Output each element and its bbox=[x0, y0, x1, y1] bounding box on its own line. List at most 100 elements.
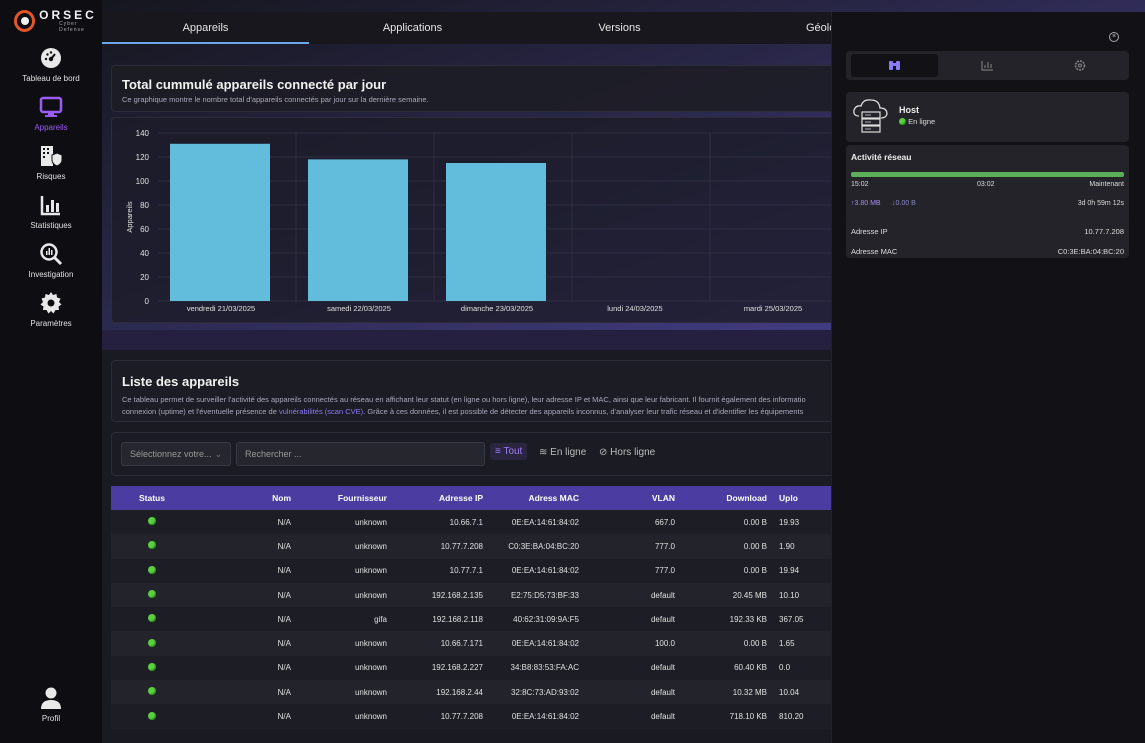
cell-vlan: default bbox=[650, 712, 675, 722]
time-mid: 03:02 bbox=[977, 181, 995, 188]
gear-icon bbox=[40, 292, 62, 314]
cell-vendor: unknown bbox=[354, 639, 387, 649]
devices-table: Status Nom Fournisseur Adresse IP Adress… bbox=[111, 486, 851, 729]
chart-section-description: Ce graphique montre le nombre total d'ap… bbox=[122, 95, 429, 104]
download-amount: ↓0.00 B bbox=[892, 200, 916, 207]
cell-status bbox=[111, 607, 193, 631]
filter-all-button[interactable]: ≡ Tout bbox=[490, 443, 528, 460]
device-detail-panel: × Host En ligne Activité réseau 15:02 03… bbox=[831, 12, 1145, 743]
cell-name: N/A bbox=[277, 614, 291, 624]
cell-status bbox=[111, 510, 193, 534]
cell-download: 10.32 MB bbox=[732, 687, 767, 697]
cell-vendor: unknown bbox=[354, 566, 387, 576]
cell-name: N/A bbox=[277, 663, 291, 673]
x-tick-label: dimanche 23/03/2025 bbox=[461, 304, 533, 313]
cell-mac: 40:62:31:09:9A:F5 bbox=[513, 614, 579, 624]
col-download[interactable]: Download bbox=[687, 486, 779, 510]
cell-mac: 34:B8:83:53:FA:AC bbox=[510, 663, 580, 673]
brand-logo[interactable]: ORSEC Cyber Defense bbox=[14, 9, 102, 33]
nav-item-devices[interactable]: Appareils bbox=[0, 95, 102, 132]
monitor-icon bbox=[39, 96, 63, 117]
table-row[interactable]: N/A unknown 10.66.7.1 0E:EA:14:61:84:02 667.… bbox=[111, 510, 851, 535]
filter-online-button[interactable]: ≋ En ligne bbox=[539, 447, 586, 458]
activity-title: Activité réseau bbox=[851, 152, 912, 162]
cell-vlan: 667.0 bbox=[654, 517, 675, 527]
cell-name: N/A bbox=[277, 541, 291, 551]
close-icon[interactable]: × bbox=[1109, 32, 1119, 42]
ip-row: Adresse IP 10.77.7.208 bbox=[846, 225, 1129, 239]
cell-vendor: unknown bbox=[354, 663, 387, 673]
status-online-dot bbox=[148, 541, 156, 550]
col-vendor[interactable]: Fournisseur bbox=[303, 486, 399, 510]
host-status: En ligne bbox=[899, 117, 935, 126]
bar bbox=[446, 163, 546, 301]
nav-label-dashboard: Tableau de bord bbox=[22, 74, 80, 83]
cell-status bbox=[111, 583, 193, 607]
cell-status bbox=[111, 704, 193, 728]
tab-overview[interactable] bbox=[851, 54, 938, 77]
ip-value: 10.77.7.208 bbox=[1084, 227, 1124, 236]
cell-vendor: unknown bbox=[354, 517, 387, 527]
uptime: 3d 0h 59m 12s bbox=[1077, 200, 1124, 207]
table-row[interactable]: N/A unknown 10.77.7.208 C0:3E:BA:04:BC:20 77… bbox=[111, 534, 851, 559]
device-select-dropdown[interactable]: Sélectionnez votre... ⌄ bbox=[121, 442, 231, 466]
wifi-icon: ≋ bbox=[539, 447, 551, 458]
chart-header-card: Total cummulé appareils connecté par jou… bbox=[111, 65, 841, 112]
col-vlan[interactable]: VLAN bbox=[591, 486, 687, 510]
cell-download: 0.00 B bbox=[743, 639, 767, 649]
nav-item-risks[interactable]: Risques bbox=[0, 144, 102, 181]
cell-ip: 192.168.2.118 bbox=[432, 614, 483, 624]
chevron-down-icon: ⌄ bbox=[214, 449, 222, 459]
table-row[interactable]: N/A unknown 10.77.7.208 0E:EA:14:61:84:02 de… bbox=[111, 704, 851, 729]
filter-offline-button[interactable]: ⊘ Hors ligne bbox=[599, 447, 655, 458]
cell-name: N/A bbox=[277, 639, 291, 649]
cell-status bbox=[111, 656, 193, 680]
nav-item-settings[interactable]: Paramètres bbox=[0, 291, 102, 328]
cell-name: N/A bbox=[277, 712, 291, 722]
nav-item-profile[interactable]: Profil bbox=[0, 686, 102, 723]
search-input[interactable]: Rechercher ... bbox=[236, 442, 485, 466]
tab-devices[interactable]: Appareils bbox=[102, 12, 309, 44]
y-tick-label: 80 bbox=[140, 201, 149, 210]
col-mac[interactable]: Adress MAC bbox=[495, 486, 591, 510]
table-row[interactable]: N/A unknown 10.77.7.1 0E:EA:14:61:84:02 777.… bbox=[111, 558, 851, 583]
table-row[interactable]: N/A unknown 10.66.7.171 0E:EA:14:61:84:02 10… bbox=[111, 631, 851, 656]
upload-amount: ↑3.80 MB bbox=[851, 200, 881, 207]
nav-item-investigation[interactable]: Investigation bbox=[0, 242, 102, 279]
host-card: Host En ligne bbox=[846, 92, 1129, 142]
tab-traffic[interactable] bbox=[944, 54, 1031, 77]
table-row[interactable]: N/A unknown 192.168.2.135 E2:75:D5:73:BF:33… bbox=[111, 582, 851, 608]
bar bbox=[308, 159, 408, 301]
table-row[interactable]: N/A gifa 192.168.2.118 40:62:31:09:9A:F5 def… bbox=[111, 607, 851, 632]
col-ip[interactable]: Adresse IP bbox=[399, 486, 495, 510]
y-tick-label: 140 bbox=[136, 129, 150, 138]
table-row[interactable]: N/A unknown 192.168.2.227 34:B8:83:53:FA:AC… bbox=[111, 655, 851, 681]
nav-item-statistics[interactable]: Statistiques bbox=[0, 193, 102, 230]
cell-download: 718.10 KB bbox=[729, 712, 767, 722]
cell-ip: 192.168.2.227 bbox=[431, 663, 483, 673]
cell-mac: 32:8C:73:AD:93:02 bbox=[510, 687, 579, 697]
sidebar: ORSEC Cyber Defense Tableau de bord Appa… bbox=[0, 0, 102, 743]
col-name[interactable]: Nom bbox=[193, 486, 303, 510]
list-description-line1: Ce tableau permet de surveiller l'activi… bbox=[122, 395, 806, 404]
cve-scan-link[interactable]: vulnérabilités (scan CVE) bbox=[279, 407, 363, 416]
nav-item-dashboard[interactable]: Tableau de bord bbox=[0, 46, 102, 83]
cell-mac: C0:3E:BA:04:BC:20 bbox=[508, 541, 579, 551]
nav-label-statistics: Statistiques bbox=[30, 221, 72, 230]
dashboard-gauge-icon bbox=[41, 48, 61, 68]
table-row[interactable]: N/A unknown 192.168.2.44 32:8C:73:AD:93:02 d… bbox=[111, 680, 851, 705]
y-tick-label: 120 bbox=[136, 153, 150, 162]
cell-mac: 0E:EA:14:61:84:02 bbox=[511, 712, 579, 722]
cell-vlan: 777.0 bbox=[654, 541, 675, 551]
host-status-label: En ligne bbox=[908, 117, 936, 126]
status-online-dot bbox=[148, 687, 156, 696]
tab-panel-settings[interactable] bbox=[1037, 54, 1124, 77]
col-status[interactable]: Status bbox=[111, 486, 193, 510]
cell-ip: 10.77.7.208 bbox=[440, 712, 483, 722]
tab-applications[interactable]: Applications bbox=[309, 12, 516, 44]
cell-vendor: unknown bbox=[354, 687, 387, 697]
status-online-dot bbox=[148, 565, 156, 574]
orsec-logo-icon bbox=[14, 10, 36, 32]
tab-versions[interactable]: Versions bbox=[516, 12, 723, 44]
status-online-dot bbox=[899, 118, 906, 125]
